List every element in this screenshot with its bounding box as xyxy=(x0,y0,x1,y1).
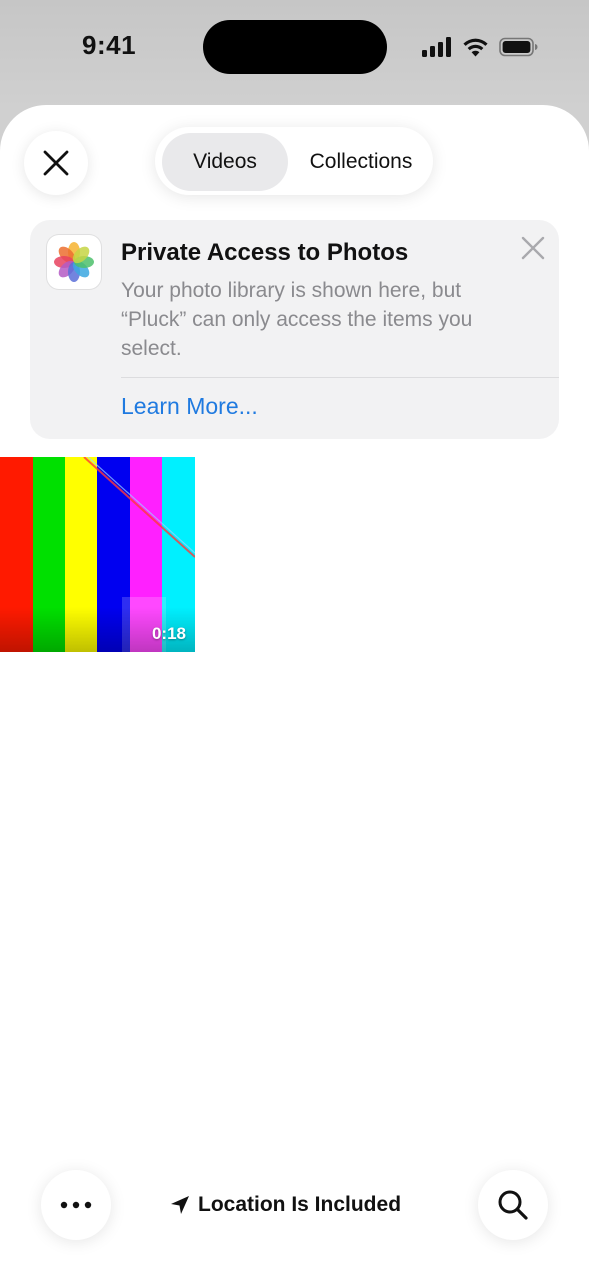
close-picker-button[interactable] xyxy=(24,131,88,195)
cellular-signal-icon xyxy=(422,37,452,57)
more-options-button[interactable] xyxy=(41,1170,111,1240)
tab-collections[interactable]: Collections xyxy=(295,133,427,191)
location-toggle[interactable]: Location Is Included xyxy=(170,1185,401,1225)
search-button[interactable] xyxy=(478,1170,548,1240)
picker-tab-control: Videos Collections xyxy=(155,127,433,195)
close-icon xyxy=(43,150,69,176)
ellipsis-icon xyxy=(60,1201,92,1209)
battery-icon xyxy=(499,37,539,57)
status-time: 9:41 xyxy=(82,30,137,60)
tab-videos[interactable]: Videos xyxy=(162,133,288,191)
photos-app-icon xyxy=(47,235,101,289)
banner-body: Your photo library is shown here, but “P… xyxy=(121,279,473,360)
screen: 9:41 Videos Collections Private Access t… xyxy=(0,0,589,1281)
photo-picker-sheet: Videos Collections Private Access to Pho… xyxy=(0,105,589,1281)
banner-title: Private Access to Photos xyxy=(121,239,409,266)
wifi-icon xyxy=(462,37,489,57)
color-bars-image xyxy=(0,457,195,652)
banner-divider xyxy=(121,377,559,378)
close-icon xyxy=(521,236,545,260)
status-icons xyxy=(422,34,539,60)
learn-more-link[interactable]: Learn More... xyxy=(121,393,258,420)
location-label: Location Is Included xyxy=(198,1193,402,1216)
dismiss-banner-button[interactable] xyxy=(519,234,547,262)
search-icon xyxy=(497,1189,529,1221)
status-bar: 9:41 xyxy=(0,0,589,96)
dynamic-island xyxy=(203,20,387,74)
video-duration: 0:18 xyxy=(151,624,186,643)
private-access-banner: Private Access to Photos Your photo libr… xyxy=(30,220,559,439)
location-arrow-icon xyxy=(170,1195,190,1215)
video-thumbnail[interactable]: 0:18 xyxy=(0,457,195,652)
